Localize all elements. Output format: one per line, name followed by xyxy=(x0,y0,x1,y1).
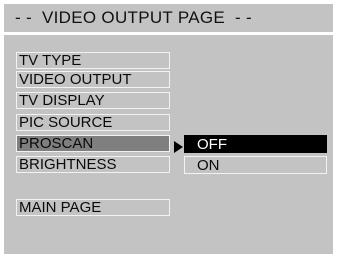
page-title: - - VIDEO OUTPUT PAGE - - xyxy=(15,8,252,27)
menu-item-tv-type[interactable]: TV TYPE xyxy=(16,52,170,69)
menu-item-proscan[interactable]: PROSCAN xyxy=(16,135,170,152)
option-on[interactable]: ON xyxy=(184,156,327,174)
menu-item-pic-source[interactable]: PIC SOURCE xyxy=(16,114,170,131)
title-bar: - - VIDEO OUTPUT PAGE - - xyxy=(4,4,333,35)
menu-item-video-output[interactable]: VIDEO OUTPUT xyxy=(16,71,170,88)
option-off[interactable]: OFF xyxy=(184,135,327,153)
menu-item-tv-display[interactable]: TV DISPLAY xyxy=(16,92,170,109)
osd-screen: - - VIDEO OUTPUT PAGE - - TV TYPE VIDEO … xyxy=(4,4,333,254)
menu-item-main-page[interactable]: MAIN PAGE xyxy=(16,199,170,216)
selection-arrow-icon xyxy=(174,141,183,153)
menu-item-brightness[interactable]: BRIGHTNESS xyxy=(16,156,170,173)
